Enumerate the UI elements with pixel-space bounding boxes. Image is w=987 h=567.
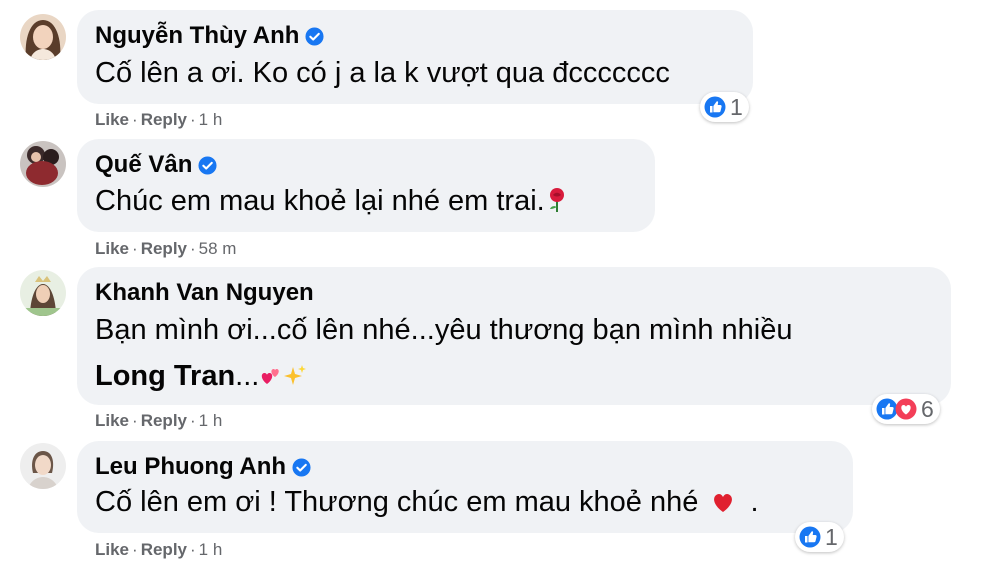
verified-badge-icon <box>292 458 311 477</box>
comment-text: Cố lên a ơi. Ko có j a la k vượt qua đcc… <box>95 57 670 89</box>
like-reaction-icon <box>799 526 821 548</box>
comment-text: Chúc em mau khoẻ lại nhé em trai. <box>95 184 569 219</box>
reply-button[interactable]: Reply <box>141 411 187 430</box>
reply-button[interactable]: Reply <box>141 540 187 559</box>
comment-bubble: Leu Phuong Anh Cố lên em ơi ! Thương chú… <box>77 441 853 533</box>
avatar[interactable] <box>20 141 66 187</box>
reaction-count: 1 <box>730 93 743 120</box>
mention-link[interactable]: Long Tran <box>95 360 235 392</box>
comment-text-line-2: Long Tran... <box>95 359 307 394</box>
sparkles-emoji-icon <box>284 365 307 385</box>
love-reaction-icon <box>895 398 917 420</box>
comment-bubble: Quế Vân Chúc em mau khoẻ lại nhé em trai… <box>77 139 655 232</box>
reaction-summary[interactable]: 6 <box>872 394 940 424</box>
reaction-count: 6 <box>921 395 934 422</box>
rose-emoji-icon <box>549 188 564 212</box>
like-button[interactable]: Like <box>95 540 129 559</box>
comment-timestamp[interactable]: 1 h <box>199 411 223 430</box>
comment-actions: Like · Reply · 1 h <box>95 110 223 129</box>
comment-actions: Like · Reply · 1 h <box>95 411 223 430</box>
avatar[interactable] <box>20 14 66 60</box>
comment-author[interactable]: Nguyễn Thùy Anh <box>95 22 324 50</box>
reaction-summary[interactable]: 1 <box>700 92 749 122</box>
reply-button[interactable]: Reply <box>141 239 187 258</box>
comment-bubble: Khanh Van Nguyen Bạn mình ơi...cố lên nh… <box>77 267 951 405</box>
comment-text: Bạn mình ơi...cố lên nhé...yêu thương bạ… <box>95 314 793 346</box>
comment-timestamp[interactable]: 1 h <box>199 540 223 559</box>
comment-author[interactable]: Leu Phuong Anh <box>95 453 311 481</box>
verified-badge-icon <box>305 27 324 46</box>
comment-timestamp[interactable]: 58 m <box>199 239 237 258</box>
comment-author[interactable]: Quế Vân <box>95 151 217 179</box>
comment-author[interactable]: Khanh Van Nguyen <box>95 279 314 307</box>
red-heart-emoji-icon <box>714 493 733 512</box>
verified-badge-icon <box>198 156 217 175</box>
like-button[interactable]: Like <box>95 110 129 129</box>
avatar[interactable] <box>20 270 66 316</box>
like-button[interactable]: Like <box>95 239 129 258</box>
reply-button[interactable]: Reply <box>141 110 187 129</box>
comment-actions: Like · Reply · 1 h <box>95 540 223 559</box>
avatar[interactable] <box>20 443 66 489</box>
comment-text: Cố lên em ơi ! Thương chúc em mau khoẻ n… <box>95 486 759 518</box>
two-hearts-emoji-icon <box>262 369 280 384</box>
comment-timestamp[interactable]: 1 h <box>199 110 223 129</box>
reaction-count: 1 <box>825 523 838 550</box>
like-reaction-icon <box>704 96 726 118</box>
reaction-summary[interactable]: 1 <box>795 522 844 552</box>
comment-bubble: Nguyễn Thùy Anh Cố lên a ơi. Ko có j a l… <box>77 10 753 104</box>
comment-actions: Like · Reply · 58 m <box>95 239 237 258</box>
like-button[interactable]: Like <box>95 411 129 430</box>
